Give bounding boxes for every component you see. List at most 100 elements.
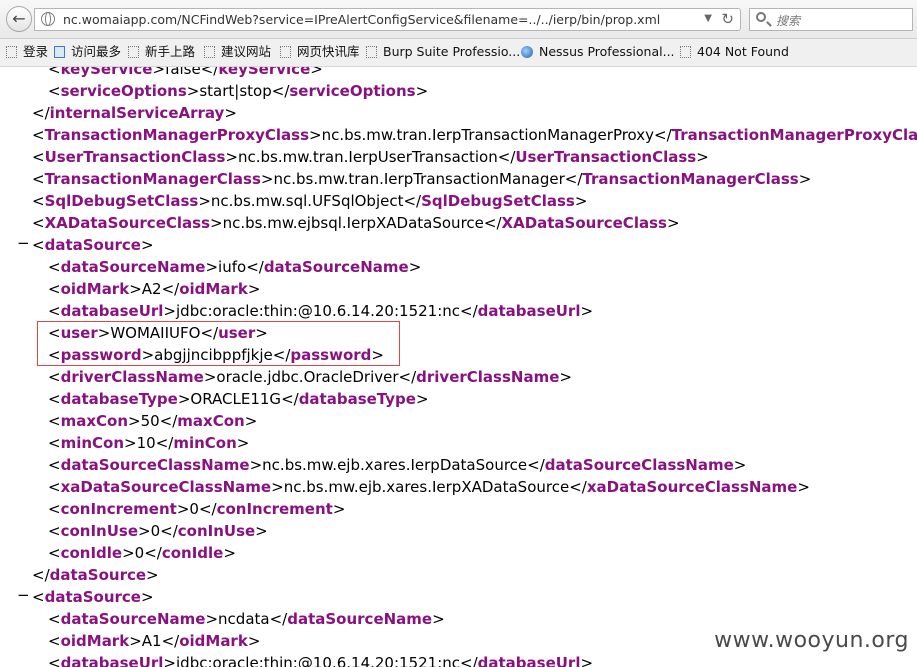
bracket: </ bbox=[161, 632, 180, 650]
bracket: > bbox=[122, 544, 135, 562]
bracket: > bbox=[260, 170, 274, 188]
xml-line: <databaseType>ORACLE11G</databaseType> bbox=[48, 388, 429, 410]
bracket: </ bbox=[144, 544, 162, 562]
bookmark-label: 访问最多 bbox=[71, 44, 122, 59]
xml-line: <conIdle>0</conIdle> bbox=[48, 542, 236, 564]
bracket: > bbox=[176, 500, 190, 518]
xml-line: <dataSourceClassName>nc.bs.mw.ejb.xares.… bbox=[48, 454, 746, 476]
bracket: > bbox=[310, 67, 323, 78]
tag-name: dataSourceName bbox=[287, 610, 433, 628]
tag-name: password bbox=[290, 346, 372, 364]
bracket: < bbox=[48, 368, 61, 386]
bracket: < bbox=[48, 434, 61, 452]
bracket: > bbox=[140, 236, 154, 254]
globe-icon bbox=[41, 12, 55, 26]
bracket: > bbox=[408, 258, 422, 276]
bracket: > bbox=[309, 126, 322, 144]
tag-name: databaseType bbox=[298, 390, 416, 408]
xml-line: <conInUse>0</conInUse> bbox=[48, 520, 268, 542]
bookmark-item[interactable]: 访问最多 bbox=[54, 44, 121, 60]
bracket: > bbox=[186, 82, 200, 100]
xml-line: <XADataSourceClass>nc.bs.mw.ejbsql.IerpX… bbox=[32, 212, 680, 234]
bracket: > bbox=[559, 368, 572, 386]
page-icon bbox=[204, 46, 215, 58]
bracket: > bbox=[203, 368, 217, 386]
bookmark-label: 新手上路 bbox=[145, 44, 196, 59]
bracket: > bbox=[198, 192, 211, 210]
xml-line: <conIncrement>0</conIncrement> bbox=[48, 498, 345, 520]
bracket: > bbox=[128, 412, 141, 430]
bracket: </ bbox=[161, 280, 180, 298]
tag-name: conIdle bbox=[161, 544, 224, 562]
xml-viewer: <keyService>false</keyService> <serviceOp… bbox=[0, 67, 917, 667]
bracket: </ bbox=[497, 148, 516, 166]
tag-name: serviceOptions bbox=[289, 82, 416, 100]
tag-value: start|stop bbox=[199, 82, 272, 100]
dropdown-arrow-icon[interactable]: ▼ bbox=[704, 13, 712, 24]
xml-line: <driverClassName>oracle.jdbc.OracleDrive… bbox=[48, 366, 572, 388]
bracket: < bbox=[48, 82, 61, 100]
tag-name: databaseUrl bbox=[477, 302, 581, 320]
bracket: > bbox=[797, 478, 810, 496]
bracket: < bbox=[48, 654, 61, 667]
tag-value: nc.bs.mw.ejbsql.IerpXADataSource bbox=[222, 214, 484, 232]
bracket: </ bbox=[403, 192, 422, 210]
reload-icon[interactable]: ↻ bbox=[721, 10, 734, 28]
bookmark-item[interactable]: 登录 bbox=[6, 44, 48, 60]
bracket: > bbox=[432, 610, 445, 628]
bracket: > bbox=[210, 214, 223, 232]
xml-line: </dataSource> bbox=[32, 564, 159, 586]
tag-name: conIncrement bbox=[216, 500, 333, 518]
tag-name: conInUse bbox=[60, 522, 138, 540]
collapse-toggle[interactable]: − bbox=[17, 586, 30, 604]
tag-name: password bbox=[60, 346, 142, 364]
tag-name: databaseType bbox=[60, 390, 178, 408]
bracket: > bbox=[247, 632, 261, 650]
xml-line: <databaseUrl>jdbc:oracle:thin:@10.6.14.2… bbox=[48, 300, 593, 322]
tag-value: nc.bs.mw.tran.IerpUserTransaction bbox=[237, 148, 498, 166]
bracket: </ bbox=[654, 126, 672, 144]
bracket: > bbox=[332, 500, 346, 518]
bracket: > bbox=[255, 522, 268, 540]
bracket: </ bbox=[159, 412, 178, 430]
tag-name: UserTransactionClass bbox=[515, 148, 697, 166]
page-icon bbox=[6, 46, 17, 58]
bracket: </ bbox=[246, 258, 264, 276]
bookmark-label: 404 Not Found bbox=[697, 44, 789, 59]
bracket: > bbox=[129, 632, 142, 650]
tag-name: dataSource bbox=[49, 566, 147, 584]
bookmark-item[interactable]: 建议网站 bbox=[204, 44, 271, 60]
bracket: < bbox=[32, 214, 45, 232]
bracket: < bbox=[48, 544, 61, 562]
bookmark-item[interactable]: Nessus Professional... bbox=[521, 44, 675, 60]
bracket: < bbox=[48, 324, 61, 342]
tag-name: conIncrement bbox=[60, 500, 177, 518]
tag-name: minCon bbox=[173, 434, 237, 452]
bracket: > bbox=[146, 566, 159, 584]
tag-name: minCon bbox=[60, 434, 125, 452]
search-placeholder: 搜索 bbox=[776, 14, 801, 28]
tag-name: dataSourceClassName bbox=[544, 456, 734, 474]
bookmark-label: Nessus Professional... bbox=[539, 44, 675, 59]
xml-line: <SqlDebugSetClass>nc.bs.mw.sql.UFSqlObje… bbox=[32, 190, 587, 212]
bracket: > bbox=[415, 390, 429, 408]
browser-toolbar: ← nc.womaiapp.com/NCFindWeb?service=IPre… bbox=[0, 0, 917, 39]
bracket: > bbox=[696, 148, 709, 166]
bookmark-item[interactable]: 网页快讯库 bbox=[280, 44, 360, 60]
bookmark-label: Burp Suite Professio... bbox=[383, 44, 521, 59]
tag-name: databaseUrl bbox=[477, 654, 581, 667]
bookmark-item[interactable]: 新手上路 bbox=[128, 44, 195, 60]
url-bar[interactable]: nc.womaiapp.com/NCFindWeb?service=IPreAl… bbox=[34, 8, 741, 31]
page-icon bbox=[54, 46, 65, 58]
xml-line: <serviceOptions>start|stop</serviceOptio… bbox=[48, 80, 428, 102]
collapse-toggle[interactable]: − bbox=[17, 234, 30, 252]
url-text[interactable]: nc.womaiapp.com/NCFindWeb?service=IPreAl… bbox=[63, 12, 660, 27]
bookmark-item[interactable]: Burp Suite Professio... bbox=[366, 44, 520, 60]
bracket: > bbox=[666, 214, 680, 232]
xml-line: </internalServiceArray> bbox=[32, 102, 237, 124]
search-input[interactable]: 搜索 bbox=[749, 8, 913, 31]
bookmark-item[interactable]: 404 Not Found bbox=[680, 44, 789, 60]
back-arrow-icon[interactable]: ← bbox=[6, 6, 32, 32]
xml-line: <maxCon>50</maxCon> bbox=[48, 410, 257, 432]
tag-value: 0 bbox=[189, 500, 199, 518]
